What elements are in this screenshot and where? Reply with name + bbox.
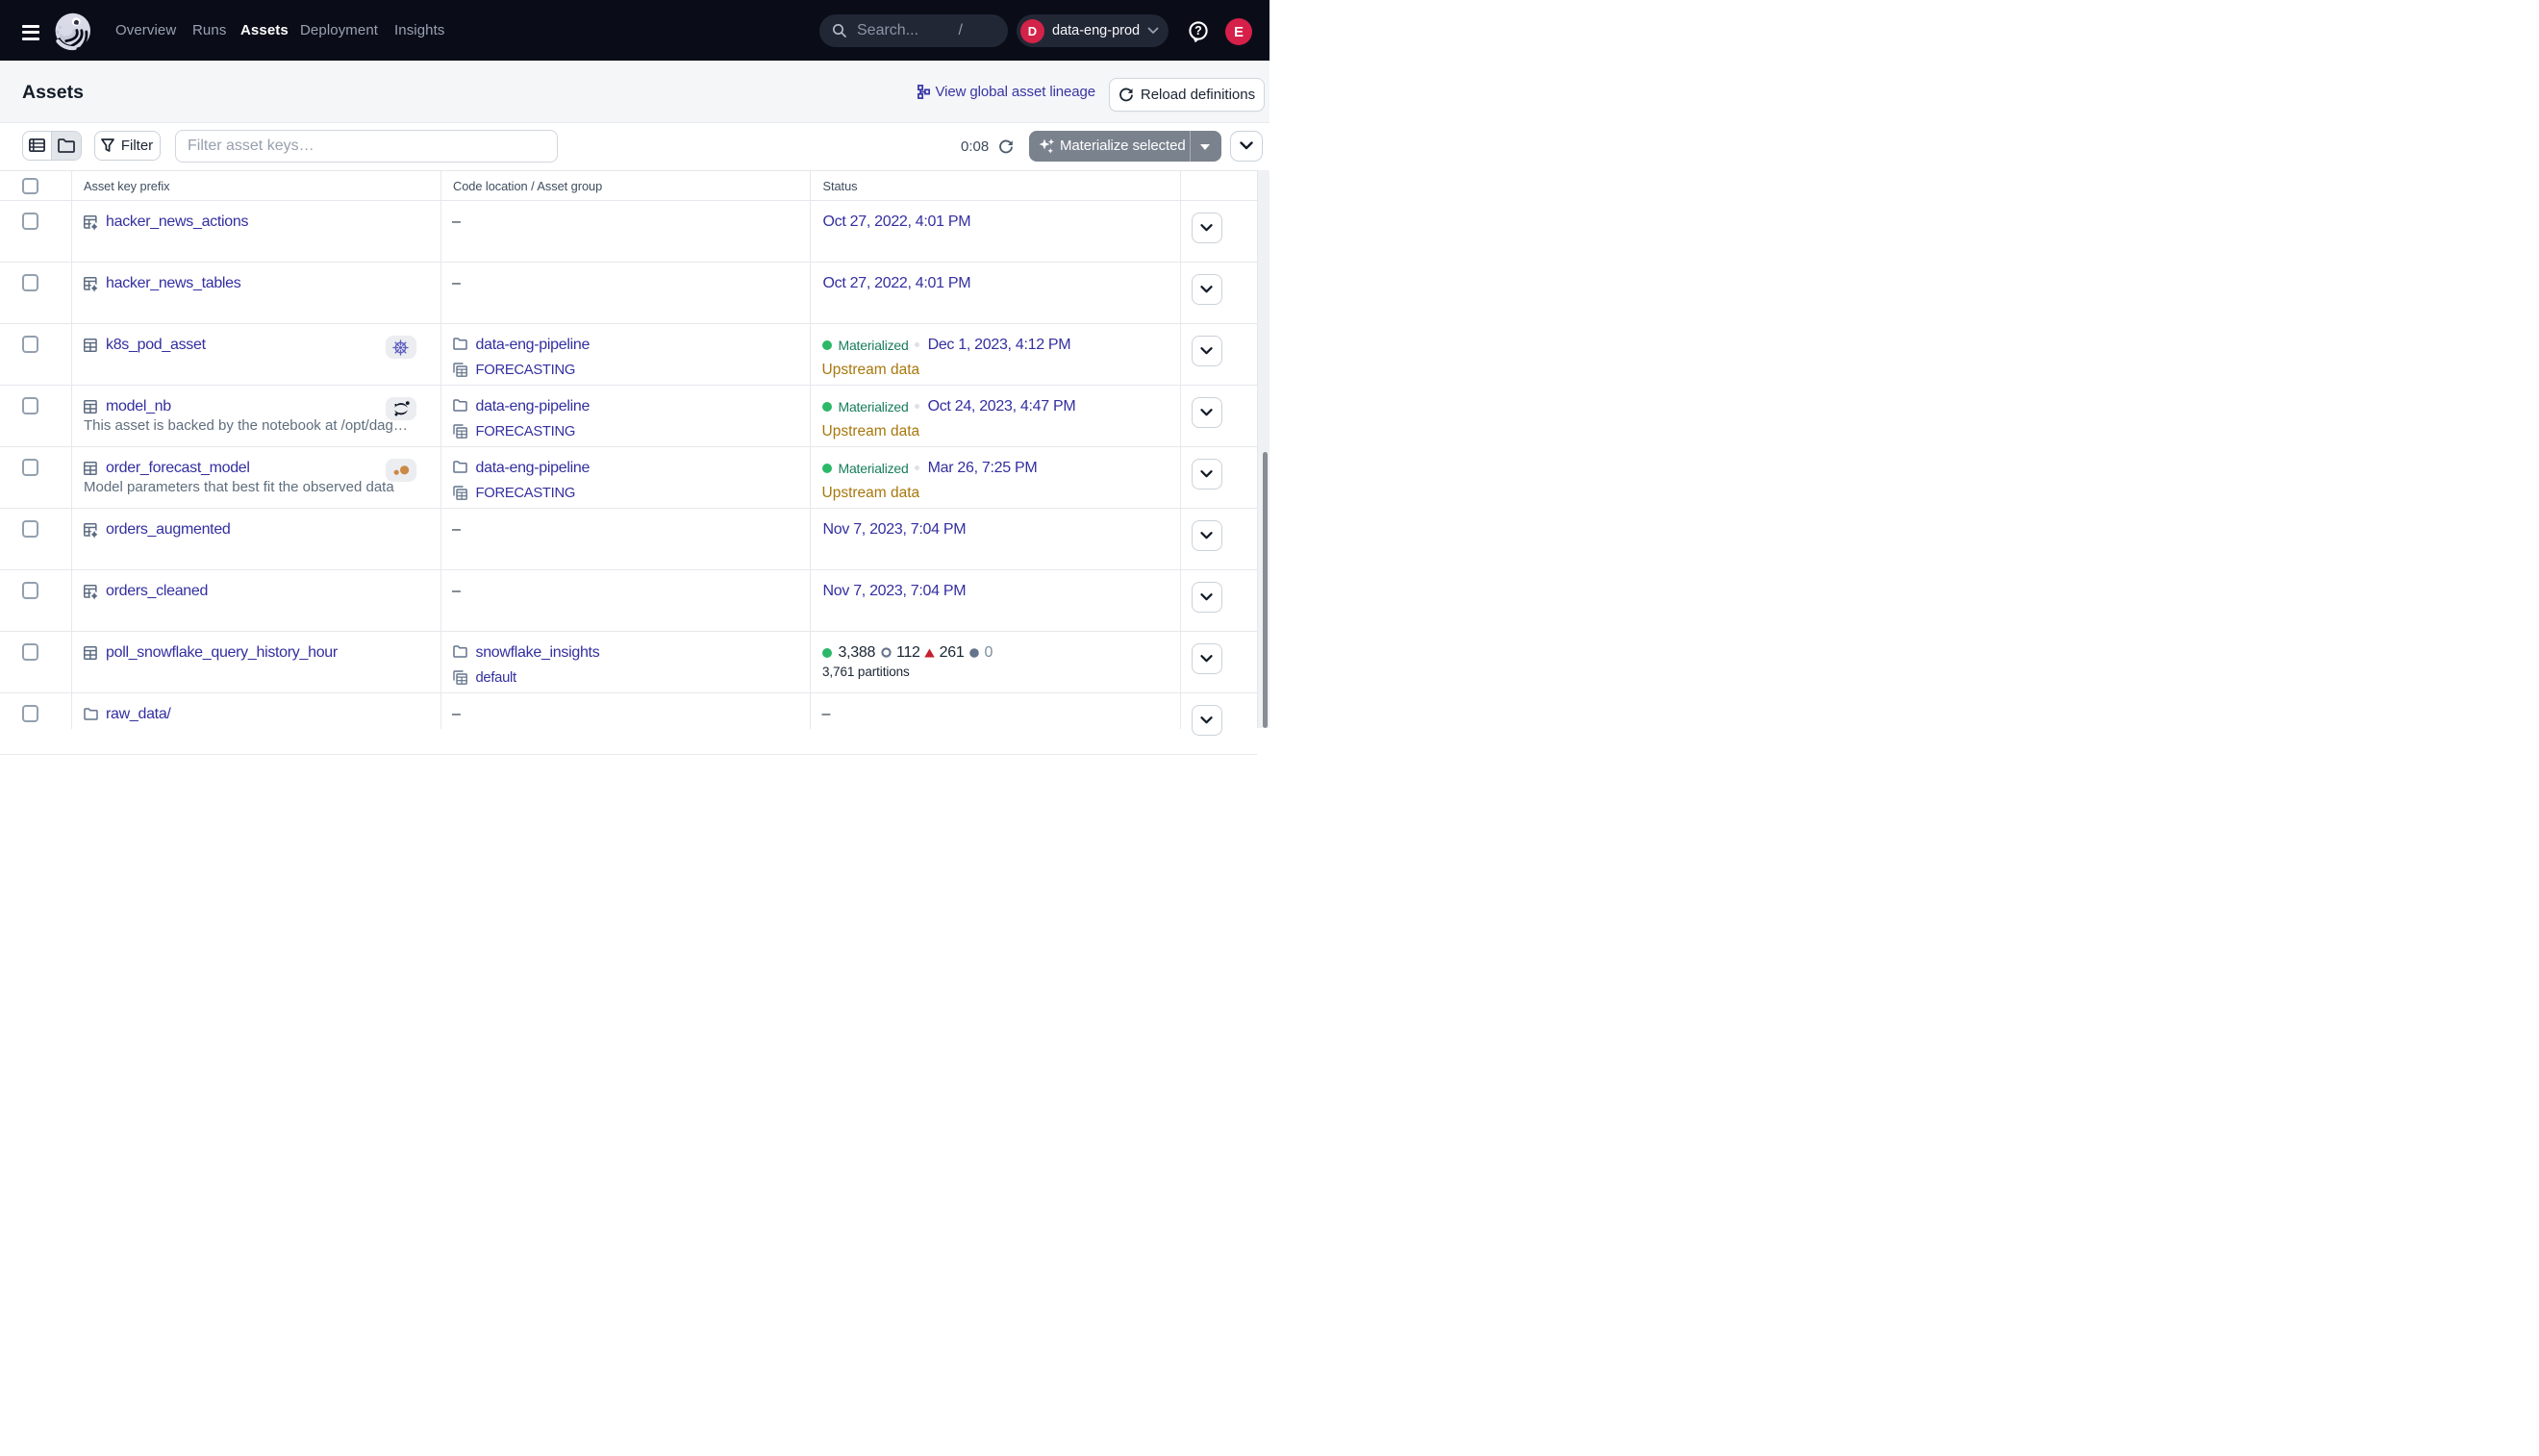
svg-text:?: ?: [1194, 24, 1202, 38]
